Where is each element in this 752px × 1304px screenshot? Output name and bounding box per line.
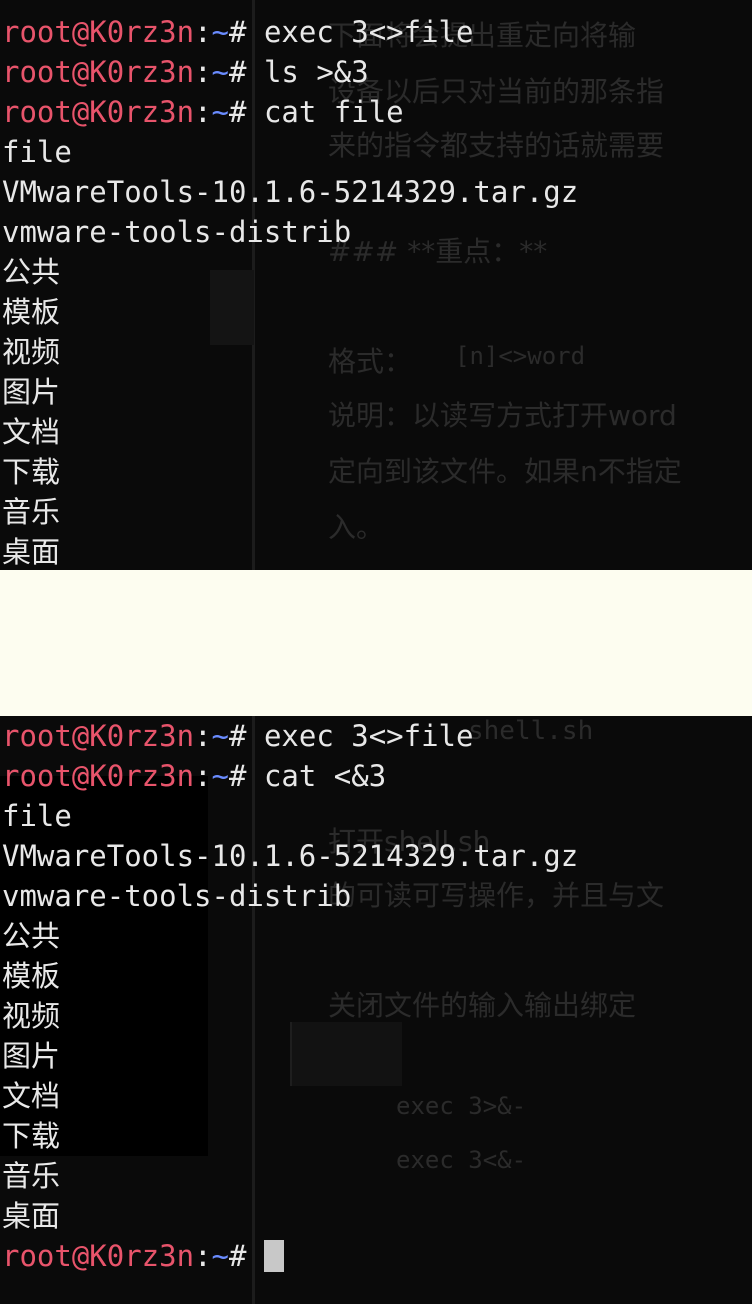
prompt-path: ~	[211, 95, 229, 129]
command-text: cat <&3	[263, 759, 387, 793]
output-line: 下载	[2, 1119, 61, 1153]
output-line: 图片	[2, 375, 61, 409]
prompt-user-host: root@K0rz3n	[2, 55, 195, 89]
output-line: 文档	[2, 415, 61, 449]
command-text: ls >&3	[263, 55, 369, 89]
output-line: 文档	[2, 1079, 61, 1113]
command-text: exec 3<>file	[263, 719, 474, 753]
output-line: 视频	[2, 335, 61, 369]
command-line: root@K0rz3n:~# exec 3<>file	[2, 12, 578, 52]
prompt-path: ~	[211, 759, 229, 793]
prompt-colon: :	[194, 55, 212, 89]
output-line: 模板	[2, 295, 61, 329]
output-line: 音乐	[2, 495, 61, 529]
output-line: vmware-tools-distrib	[2, 879, 352, 913]
prompt-user-host: root@K0rz3n	[2, 759, 195, 793]
output-line: 下载	[2, 455, 61, 489]
prompt-hash: #	[229, 759, 247, 793]
terminal-output: root@K0rz3n:~# exec 3<>file root@K0rz3n:…	[0, 12, 578, 570]
prompt-colon: :	[194, 759, 212, 793]
output-line: file	[2, 799, 72, 833]
prompt-user-host: root@K0rz3n	[2, 15, 195, 49]
output-line: VMwareTools-10.1.6-5214329.tar.gz	[2, 839, 579, 873]
prompt-hash: #	[229, 1239, 247, 1273]
prompt-colon: :	[194, 719, 212, 753]
output-line: VMwareTools-10.1.6-5214329.tar.gz	[2, 175, 579, 209]
command-line: root@K0rz3n:~# ls >&3	[2, 52, 578, 92]
prompt-user-host: root@K0rz3n	[2, 95, 195, 129]
terminal-window-bottom[interactable]: shell.sh 打开shell.sh 的可读可写操作，并且与文 关闭文件的输入…	[0, 716, 752, 1304]
prompt-path: ~	[211, 719, 229, 753]
command-line: root@K0rz3n:~# exec 3<>file	[2, 716, 578, 756]
prompt-user-host: root@K0rz3n	[2, 1239, 195, 1273]
output-line: 模板	[2, 959, 61, 993]
prompt-path: ~	[211, 55, 229, 89]
output-line: file	[2, 135, 72, 169]
output-line: 音乐	[2, 1159, 61, 1193]
page-gap	[0, 570, 752, 716]
prompt-hash: #	[229, 15, 247, 49]
terminal-window-top[interactable]: 下面将会提出重定向将输 设备以后只对当前的那条指 来的指令都支持的话就需要 ##…	[0, 0, 752, 570]
prompt-user-host: root@K0rz3n	[2, 719, 195, 753]
output-line: 桌面	[2, 1199, 61, 1233]
output-line: 公共	[2, 255, 61, 289]
prompt-colon: :	[194, 95, 212, 129]
command-line[interactable]: root@K0rz3n:~#	[2, 1236, 578, 1276]
prompt-hash: #	[229, 55, 247, 89]
output-line: 图片	[2, 1039, 61, 1073]
prompt-path: ~	[211, 1239, 229, 1273]
prompt-colon: :	[194, 15, 212, 49]
terminal-output: root@K0rz3n:~# exec 3<>file root@K0rz3n:…	[0, 716, 578, 1276]
command-text: exec 3<>file	[263, 15, 474, 49]
command-text: cat file	[263, 95, 404, 129]
command-line: root@K0rz3n:~# cat file	[2, 92, 578, 132]
output-line: 视频	[2, 999, 61, 1033]
prompt-path: ~	[211, 15, 229, 49]
prompt-hash: #	[229, 719, 247, 753]
prompt-colon: :	[194, 1239, 212, 1273]
output-line: vmware-tools-distrib	[2, 215, 352, 249]
text-cursor[interactable]	[263, 1240, 284, 1272]
command-line: root@K0rz3n:~# cat <&3	[2, 756, 578, 796]
output-line: 桌面	[2, 535, 61, 569]
prompt-hash: #	[229, 95, 247, 129]
output-line: 公共	[2, 919, 61, 953]
